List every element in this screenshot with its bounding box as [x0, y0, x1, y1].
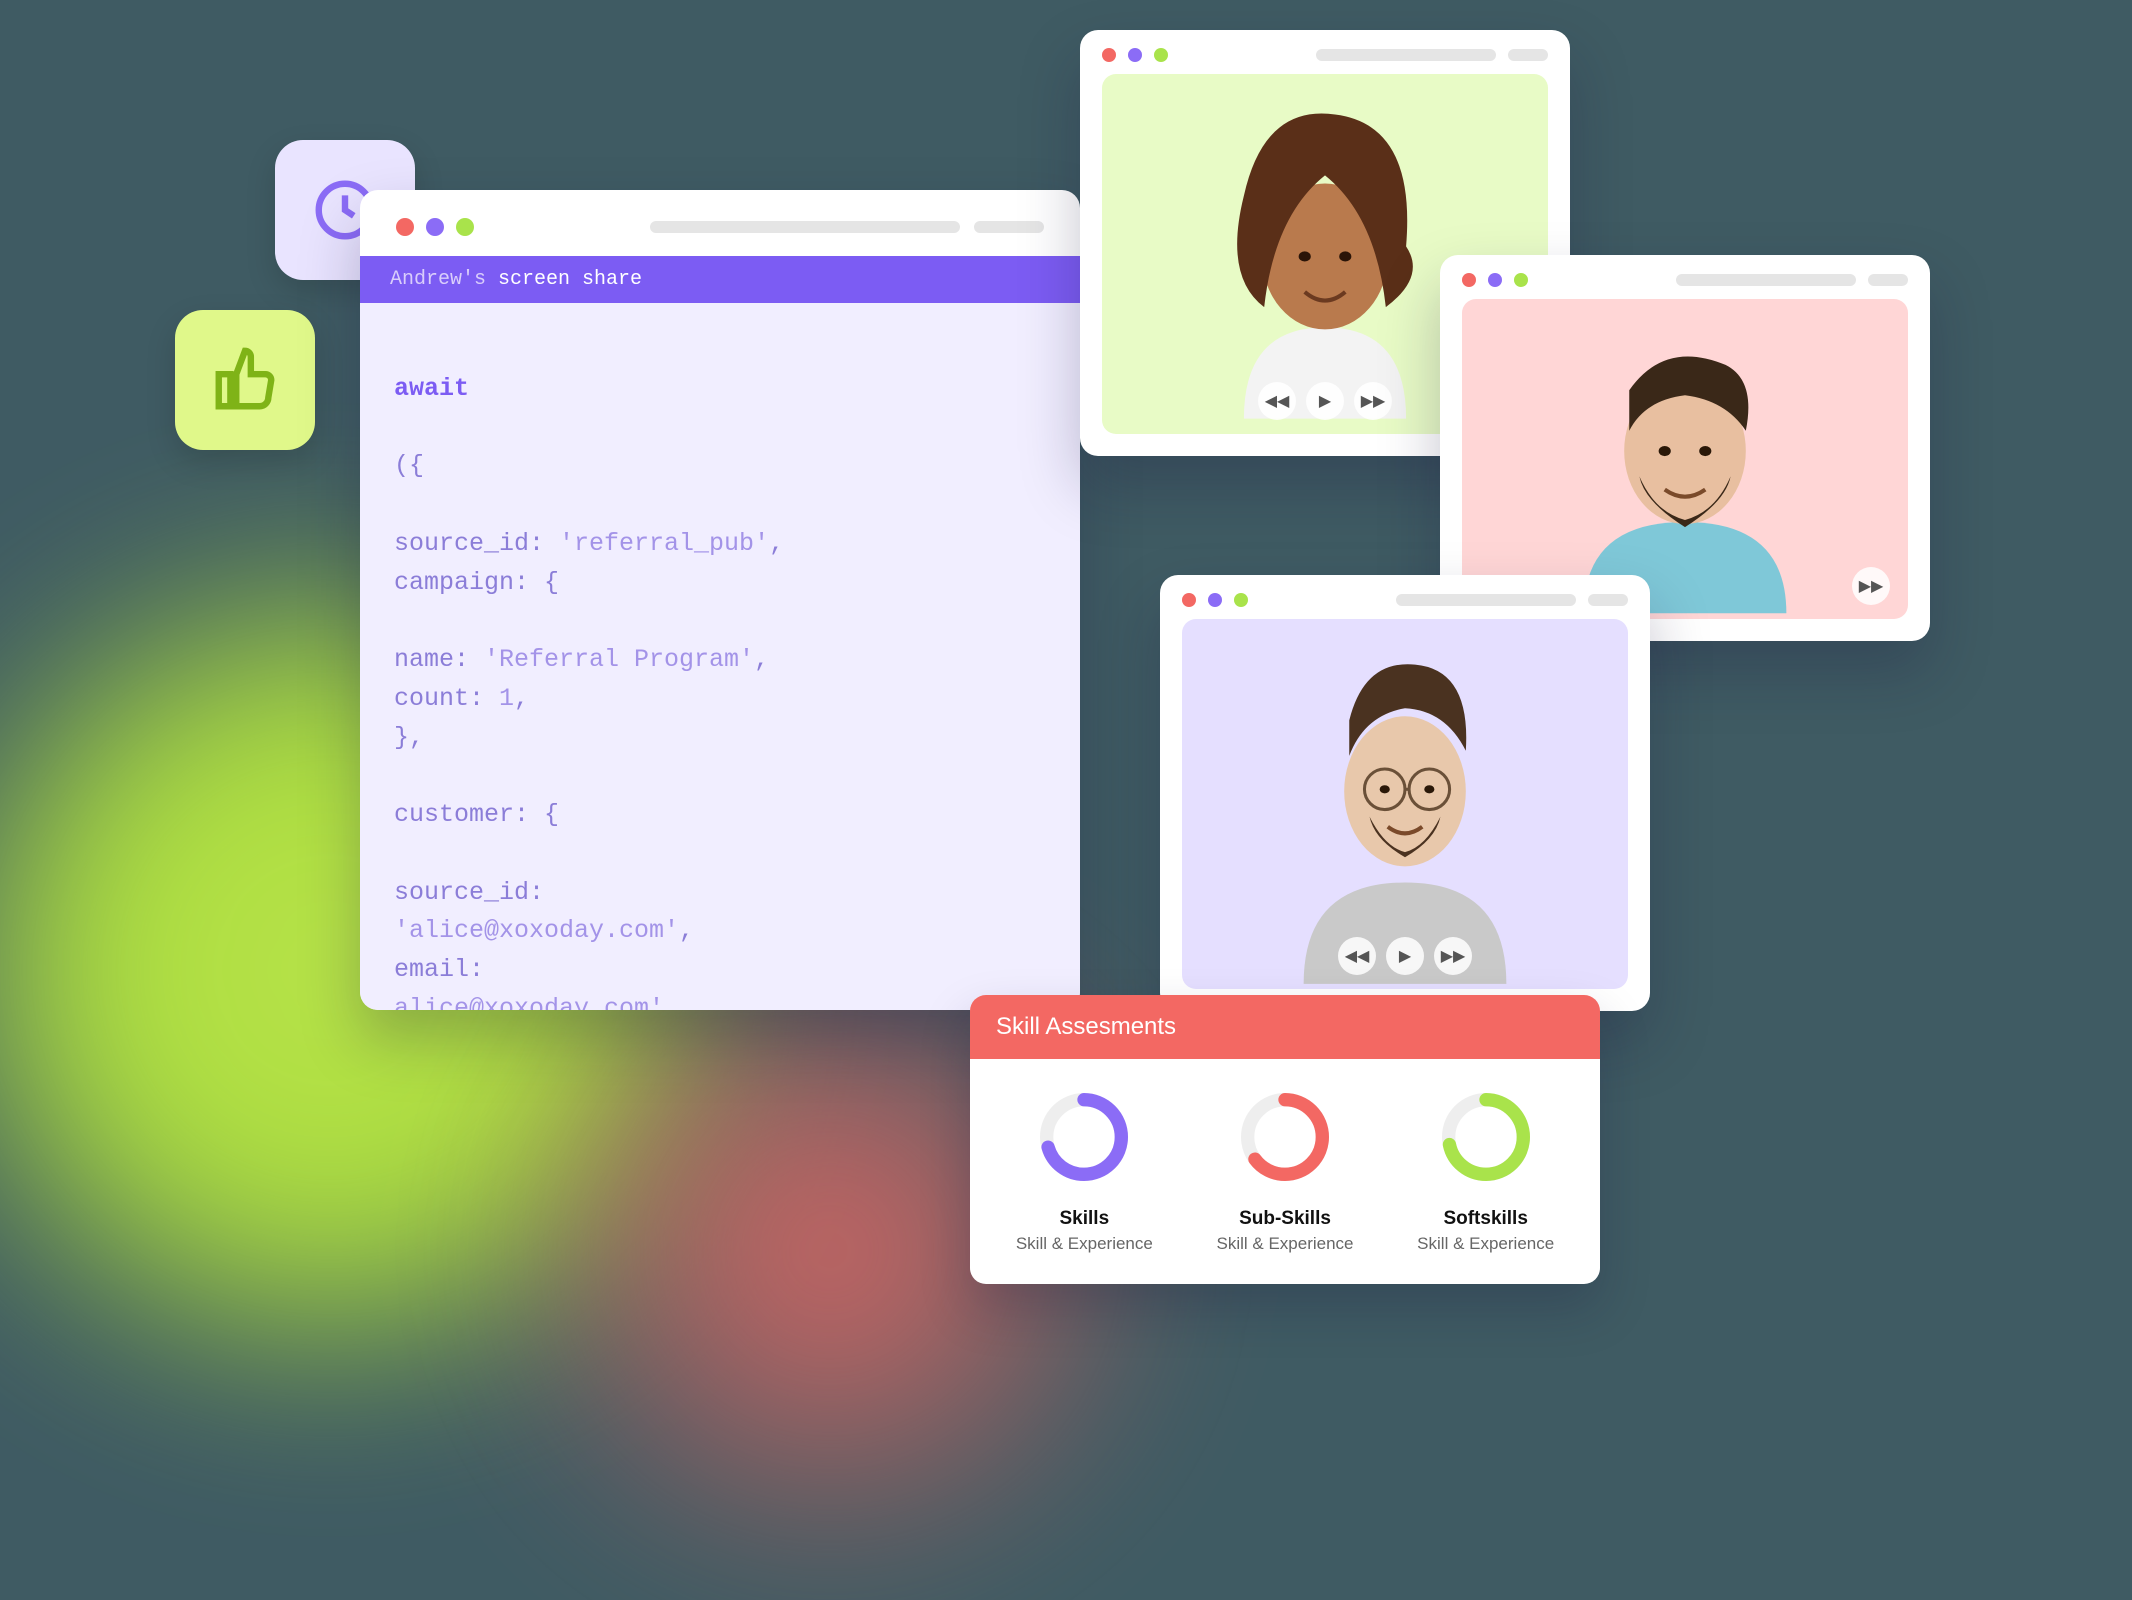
- video-call-window-3: ◀◀ ▶ ▶▶: [1160, 575, 1650, 1011]
- traffic-light-minimize[interactable]: [1208, 593, 1222, 607]
- traffic-light-close[interactable]: [396, 218, 414, 236]
- thumbs-up-icon: [210, 345, 280, 415]
- window-titlebar: [360, 190, 1080, 256]
- code-prop: name:: [394, 645, 484, 674]
- code-line: ({: [394, 451, 424, 480]
- playback-controls: ◀◀ ▶ ▶▶: [1338, 937, 1472, 975]
- skill-card-body: Skills Skill & Experience Sub-Skills Ski…: [970, 1059, 1600, 1284]
- code-string: alice@xoxoday.com': [394, 994, 664, 1010]
- code-line: },: [394, 723, 424, 752]
- forward-button[interactable]: ▶▶: [1354, 382, 1392, 420]
- titlebar-placeholder: [1316, 49, 1548, 61]
- traffic-light-minimize[interactable]: [1128, 48, 1142, 62]
- skill-col-subskills: Sub-Skills Skill & Experience: [1185, 1089, 1386, 1254]
- skill-card-title: Skill Assesments: [970, 995, 1600, 1059]
- titlebar-placeholder: [650, 221, 1044, 233]
- window-titlebar: [1160, 575, 1650, 619]
- code-prop: source_id:: [394, 529, 559, 558]
- forward-button[interactable]: ▶▶: [1852, 567, 1890, 605]
- skill-name: Sub-Skills: [1185, 1208, 1386, 1230]
- thumbs-up-badge: [175, 310, 315, 450]
- code-string: 'referral_pub': [559, 529, 769, 558]
- code-string: 'alice@xoxoday.com': [394, 916, 679, 945]
- window-titlebar: [1440, 255, 1930, 299]
- code-editor-window: Andrew's screen share await ({ source_id…: [360, 190, 1080, 1010]
- skill-col-skills: Skills Skill & Experience: [984, 1089, 1185, 1254]
- traffic-light-close[interactable]: [1102, 48, 1116, 62]
- code-punct: ,: [664, 994, 679, 1010]
- window-titlebar: [1080, 30, 1570, 74]
- forward-button[interactable]: ▶▶: [1434, 937, 1472, 975]
- code-string: 'Referral Program': [484, 645, 754, 674]
- titlebar-placeholder: [1676, 274, 1908, 286]
- titlebar-placeholder: [1396, 594, 1628, 606]
- traffic-light-minimize[interactable]: [1488, 273, 1502, 287]
- code-number: 1: [499, 684, 514, 713]
- code-kw-await: await: [394, 374, 469, 403]
- skill-subtitle: Skill & Experience: [1385, 1234, 1586, 1254]
- avatar-person-2: [1462, 299, 1908, 619]
- playback-controls: ◀◀ ▶ ▶▶: [1258, 382, 1392, 420]
- skill-col-softskills: Softskills Skill & Experience: [1385, 1089, 1586, 1254]
- traffic-light-close[interactable]: [1462, 273, 1476, 287]
- play-button[interactable]: ▶: [1386, 937, 1424, 975]
- traffic-light-zoom[interactable]: [1514, 273, 1528, 287]
- code-prop: count:: [394, 684, 499, 713]
- rewind-button[interactable]: ◀◀: [1338, 937, 1376, 975]
- code-prop: source_id:: [394, 878, 544, 907]
- skill-assessments-card: Skill Assesments Skills Skill & Experien…: [970, 995, 1600, 1284]
- skill-name: Skills: [984, 1208, 1185, 1230]
- video-frame: ◀◀ ▶ ▶▶: [1182, 619, 1628, 989]
- screen-share-banner: Andrew's screen share: [360, 256, 1080, 303]
- rewind-button[interactable]: ◀◀: [1258, 382, 1296, 420]
- progress-ring-icon: [1237, 1089, 1333, 1185]
- screen-share-prefix: Andrew's: [390, 268, 498, 291]
- code-punct: ,: [514, 684, 529, 713]
- traffic-light-close[interactable]: [1182, 593, 1196, 607]
- progress-ring-icon: [1438, 1089, 1534, 1185]
- code-punct: ,: [754, 645, 769, 674]
- traffic-light-zoom[interactable]: [1234, 593, 1248, 607]
- code-body[interactable]: await ({ source_id: 'referral_pub', camp…: [360, 303, 1080, 1010]
- screen-share-label: screen share: [498, 268, 642, 291]
- skill-subtitle: Skill & Experience: [1185, 1234, 1386, 1254]
- code-punct: ,: [679, 916, 694, 945]
- skill-name: Softskills: [1385, 1208, 1586, 1230]
- play-button[interactable]: ▶: [1306, 382, 1344, 420]
- progress-ring-icon: [1036, 1089, 1132, 1185]
- skill-subtitle: Skill & Experience: [984, 1234, 1185, 1254]
- code-prop: campaign: {: [394, 568, 559, 597]
- traffic-light-zoom[interactable]: [1154, 48, 1168, 62]
- code-prop: customer: {: [394, 800, 559, 829]
- code-punct: ,: [769, 529, 784, 558]
- code-prop: email:: [394, 955, 484, 984]
- video-frame: ▶▶: [1462, 299, 1908, 619]
- traffic-light-zoom[interactable]: [456, 218, 474, 236]
- avatar-person-3: [1182, 619, 1628, 989]
- traffic-light-minimize[interactable]: [426, 218, 444, 236]
